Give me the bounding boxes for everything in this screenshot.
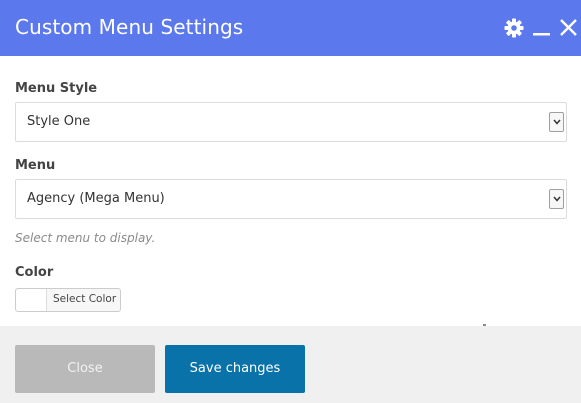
menu-select[interactable]: Agency (Mega Menu) bbox=[15, 179, 567, 219]
dialog-footer: Close Save changes bbox=[0, 324, 581, 403]
resize-mark bbox=[483, 324, 486, 326]
menu-style-label: Menu Style bbox=[15, 81, 98, 96]
gear-icon[interactable] bbox=[502, 16, 526, 40]
minimize-icon[interactable] bbox=[530, 16, 554, 40]
color-label: Color bbox=[15, 265, 54, 280]
chevron-down-icon[interactable] bbox=[549, 189, 564, 209]
chevron-down-icon[interactable] bbox=[549, 112, 564, 132]
menu-style-value: Style One bbox=[27, 114, 91, 129]
select-color-button[interactable]: Select Color bbox=[15, 288, 121, 312]
save-changes-button[interactable]: Save changes bbox=[165, 345, 305, 393]
color-swatch[interactable] bbox=[16, 289, 47, 311]
menu-style-select[interactable]: Style One bbox=[15, 102, 567, 142]
menu-label: Menu bbox=[15, 158, 56, 173]
close-button[interactable]: Close bbox=[15, 345, 155, 393]
menu-value: Agency (Mega Menu) bbox=[27, 191, 165, 206]
menu-hint: Select menu to display. bbox=[15, 231, 156, 245]
close-icon[interactable] bbox=[557, 16, 581, 40]
dialog-header: Custom Menu Settings bbox=[0, 0, 581, 56]
select-color-label: Select Color bbox=[53, 293, 117, 305]
dialog-title: Custom Menu Settings bbox=[15, 15, 244, 39]
dialog-body: Menu Style Style One Menu Agency (Mega M… bbox=[0, 56, 581, 326]
